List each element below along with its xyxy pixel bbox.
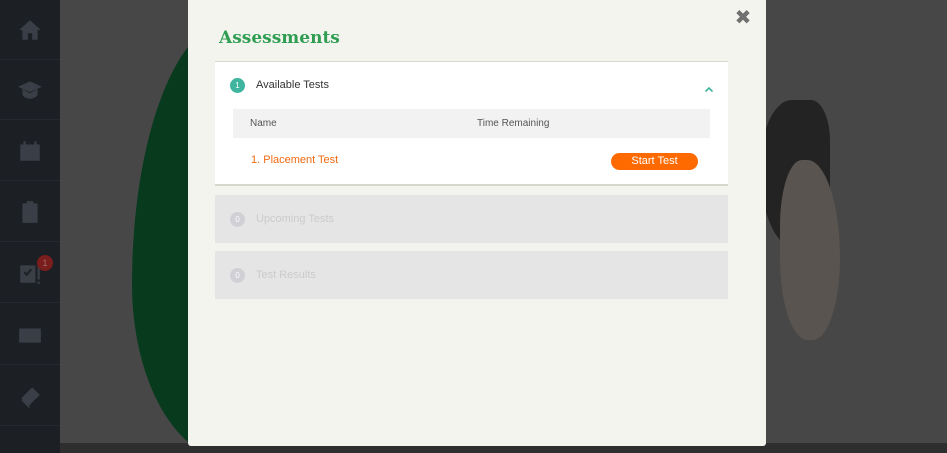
test-results-panel: 0 Test Results bbox=[215, 251, 728, 299]
home-icon bbox=[19, 19, 41, 40]
upcoming-tests-panel: 0 Upcoming Tests bbox=[215, 195, 728, 243]
start-test-button[interactable]: Start Test bbox=[611, 153, 698, 170]
column-header-time-remaining: Time Remaining bbox=[477, 118, 550, 129]
sidebar-item-assignments[interactable] bbox=[0, 182, 60, 242]
sidebar-item-home[interactable] bbox=[0, 0, 60, 60]
modal-title: Assessments bbox=[219, 28, 340, 48]
close-icon[interactable]: ✖ bbox=[734, 7, 752, 27]
available-tests-panel: 1 Available Tests Name Time Remaining 1.… bbox=[215, 61, 728, 186]
graduation-cap-icon bbox=[18, 80, 42, 99]
available-tests-header[interactable]: 1 Available Tests bbox=[215, 62, 728, 108]
available-tests-label: Available Tests bbox=[256, 79, 329, 91]
available-tests-count-badge: 1 bbox=[230, 77, 245, 93]
sidebar-item-library[interactable] bbox=[0, 366, 60, 426]
upcoming-tests-count-badge: 0 bbox=[230, 211, 245, 227]
test-results-header: 0 Test Results bbox=[215, 251, 728, 299]
upcoming-tests-header: 0 Upcoming Tests bbox=[215, 195, 728, 243]
book-icon bbox=[21, 386, 40, 408]
test-name-link[interactable]: 1. Placement Test bbox=[251, 154, 338, 166]
chevron-up-icon[interactable] bbox=[704, 80, 714, 93]
sidebar-item-assessments[interactable]: 1 bbox=[0, 243, 60, 303]
test-results-label: Test Results bbox=[256, 269, 316, 281]
calendar-icon bbox=[20, 140, 40, 161]
test-results-count-badge: 0 bbox=[230, 267, 245, 283]
sidebar: 1 bbox=[0, 0, 60, 453]
tests-table-header: Name Time Remaining bbox=[233, 109, 710, 138]
table-row: 1. Placement Test Start Test bbox=[233, 146, 710, 176]
notification-badge: 1 bbox=[37, 255, 53, 271]
mail-icon bbox=[19, 328, 41, 343]
sidebar-item-courses[interactable] bbox=[0, 60, 60, 120]
upcoming-tests-label: Upcoming Tests bbox=[256, 213, 335, 225]
sidebar-item-messages[interactable] bbox=[0, 305, 60, 365]
column-header-name: Name bbox=[250, 118, 277, 129]
clipboard-icon bbox=[22, 200, 38, 223]
assessments-modal: ✖ Assessments 1 Available Tests Name Tim… bbox=[188, 0, 766, 446]
background-ear-inner-shape bbox=[780, 160, 840, 340]
sidebar-item-calendar[interactable] bbox=[0, 121, 60, 181]
